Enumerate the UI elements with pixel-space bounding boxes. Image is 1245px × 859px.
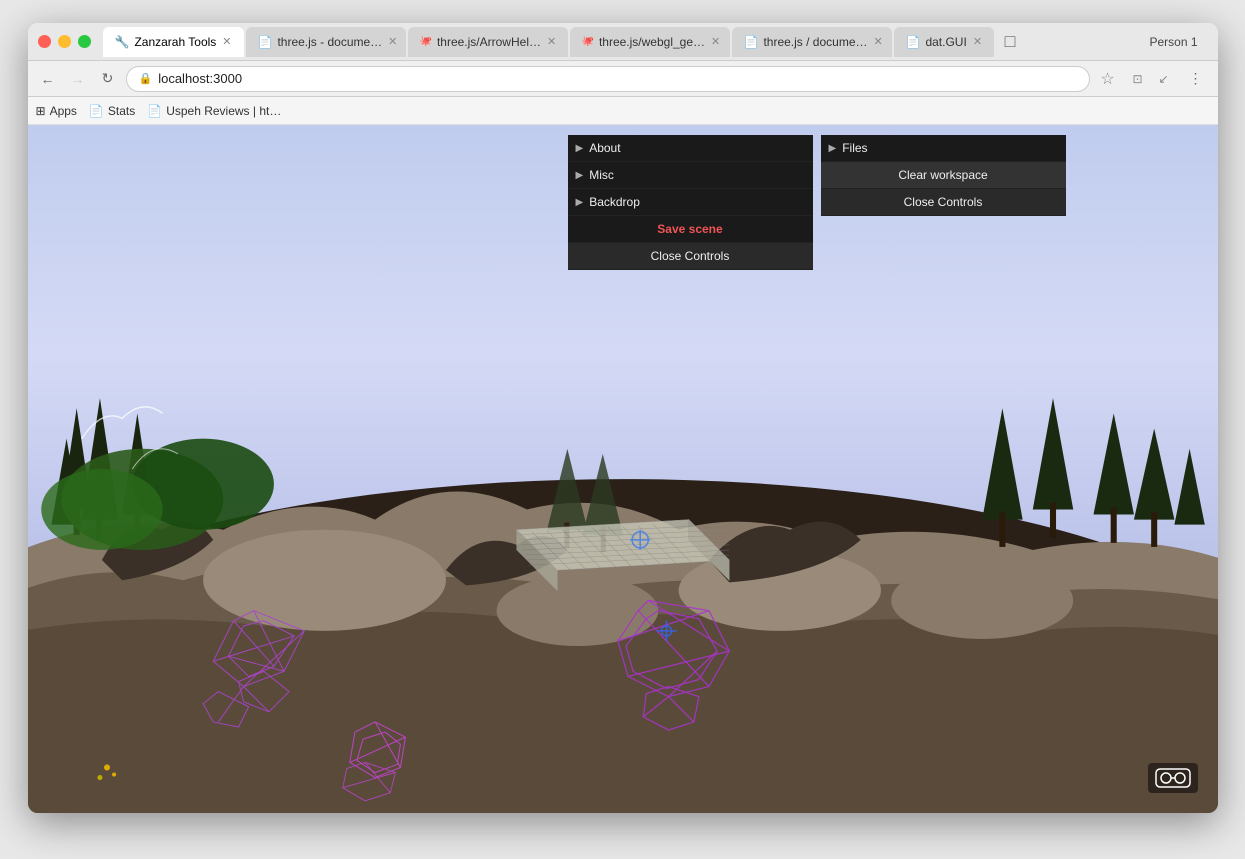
tab-close-icon[interactable]: ✕: [711, 35, 720, 48]
browser-window: 🔧 Zanzarah Tools ✕ 📄 three.js - docume… …: [28, 23, 1218, 813]
url-text: localhost:3000: [158, 71, 242, 86]
extension-btn-1[interactable]: ⊡: [1126, 67, 1150, 91]
bookmark-apps[interactable]: ⊞ Apps: [36, 104, 77, 118]
tab-close-icon[interactable]: ✕: [222, 35, 231, 48]
clear-workspace-label: Clear workspace: [898, 168, 987, 182]
address-bar[interactable]: 🔒 localhost:3000: [126, 66, 1090, 92]
tab-favicon: 📄: [258, 35, 273, 49]
gui-row-misc[interactable]: ▶ Misc: [568, 162, 813, 189]
uspeh-icon: 📄: [147, 104, 162, 118]
tab-label: three.js/webgl_ge…: [599, 35, 705, 49]
bookmark-stats[interactable]: 📄 Stats: [89, 104, 135, 118]
close-controls-right-label: Close Controls: [904, 195, 983, 209]
tab-arrowhelper[interactable]: 🐙 three.js/ArrowHel… ✕: [408, 27, 568, 57]
tab-favicon: 📄: [744, 35, 759, 49]
apps-label: Apps: [50, 104, 77, 118]
tab-webgl-ge[interactable]: 🐙 three.js/webgl_ge… ✕: [570, 27, 730, 57]
about-arrow-icon: ▶: [576, 143, 584, 154]
toolbar-actions: ⋮: [1182, 65, 1210, 93]
menu-button[interactable]: ⋮: [1182, 65, 1210, 93]
tab-label: three.js - docume…: [277, 35, 382, 49]
tabs-container: 🔧 Zanzarah Tools ✕ 📄 three.js - docume… …: [103, 27, 1140, 57]
tab-favicon: 📄: [906, 35, 921, 49]
gui-row-close-right[interactable]: Close Controls: [821, 189, 1066, 216]
backdrop-label: Backdrop: [589, 195, 640, 209]
back-button[interactable]: ←: [36, 67, 60, 91]
tab-threejs-doc[interactable]: 📄 three.js - docume… ✕: [246, 27, 406, 57]
save-scene-label: Save scene: [657, 222, 722, 236]
tab-close-icon[interactable]: ✕: [388, 35, 397, 48]
vr-button[interactable]: [1148, 763, 1198, 793]
refresh-button[interactable]: ↻: [96, 67, 120, 91]
tab-favicon: 🐙: [420, 36, 432, 47]
extensions-area: ⊡ ↙: [1126, 67, 1176, 91]
gui-row-backdrop[interactable]: ▶ Backdrop: [568, 189, 813, 216]
gui-row-files[interactable]: ▶ Files: [821, 135, 1066, 162]
tab-zanzarah-tools[interactable]: 🔧 Zanzarah Tools ✕: [103, 27, 244, 57]
close-button[interactable]: [38, 35, 51, 48]
about-label: About: [589, 141, 620, 155]
gui-row-about[interactable]: ▶ About: [568, 135, 813, 162]
tab-favicon: 🔧: [115, 35, 130, 49]
tab-datgui[interactable]: 📄 dat.GUI ✕: [894, 27, 995, 57]
bookmark-uspeh[interactable]: 📄 Uspeh Reviews | ht…: [147, 104, 281, 118]
close-controls-left-label: Close Controls: [651, 249, 730, 263]
stats-icon: 📄: [89, 104, 104, 118]
gui-panel-right: ▶ Files Clear workspace Close Controls: [821, 135, 1066, 216]
tab-close-icon[interactable]: ✕: [547, 35, 556, 48]
toolbar: ← → ↻ 🔒 localhost:3000 ☆ ⊡ ↙ ⋮: [28, 61, 1218, 97]
files-arrow-icon: ▶: [829, 143, 837, 154]
bookmarks-bar: ⊞ Apps 📄 Stats 📄 Uspeh Reviews | ht…: [28, 97, 1218, 125]
tab-favicon: 🐙: [582, 36, 594, 47]
tab-label: dat.GUI: [925, 35, 966, 49]
gui-panel-left: ▶ About ▶ Misc ▶ Backdrop Save scene Clo…: [568, 135, 813, 270]
extension-btn-2[interactable]: ↙: [1152, 67, 1176, 91]
tab-close-icon[interactable]: ✕: [874, 35, 883, 48]
maximize-button[interactable]: [78, 35, 91, 48]
tab-label: three.js/ArrowHel…: [437, 35, 541, 49]
stats-label: Stats: [108, 104, 135, 118]
gui-row-close-left[interactable]: Close Controls: [568, 243, 813, 270]
apps-icon: ⊞: [36, 104, 46, 118]
title-bar: 🔧 Zanzarah Tools ✕ 📄 three.js - docume… …: [28, 23, 1218, 61]
tab-label: Zanzarah Tools: [134, 35, 216, 49]
tab-label: three.js / docume…: [763, 35, 867, 49]
minimize-button[interactable]: [58, 35, 71, 48]
uspeh-label: Uspeh Reviews | ht…: [166, 104, 281, 118]
files-label: Files: [842, 141, 867, 155]
misc-label: Misc: [589, 168, 614, 182]
profile-area[interactable]: Person 1: [1139, 35, 1207, 49]
tab-threejs-doc2[interactable]: 📄 three.js / docume… ✕: [732, 27, 892, 57]
misc-arrow-icon: ▶: [576, 170, 584, 181]
backdrop-arrow-icon: ▶: [576, 197, 584, 208]
lock-icon: 🔒: [139, 72, 153, 85]
new-tab-button[interactable]: □: [996, 28, 1024, 56]
bookmark-button[interactable]: ☆: [1096, 67, 1120, 91]
content-area: ▶ About ▶ Misc ▶ Backdrop Save scene Clo…: [28, 125, 1218, 813]
traffic-lights: [38, 35, 91, 48]
gui-row-save-scene[interactable]: Save scene: [568, 216, 813, 243]
tab-close-icon[interactable]: ✕: [973, 35, 982, 48]
gui-row-clear-workspace[interactable]: Clear workspace: [821, 162, 1066, 189]
forward-button[interactable]: →: [66, 67, 90, 91]
